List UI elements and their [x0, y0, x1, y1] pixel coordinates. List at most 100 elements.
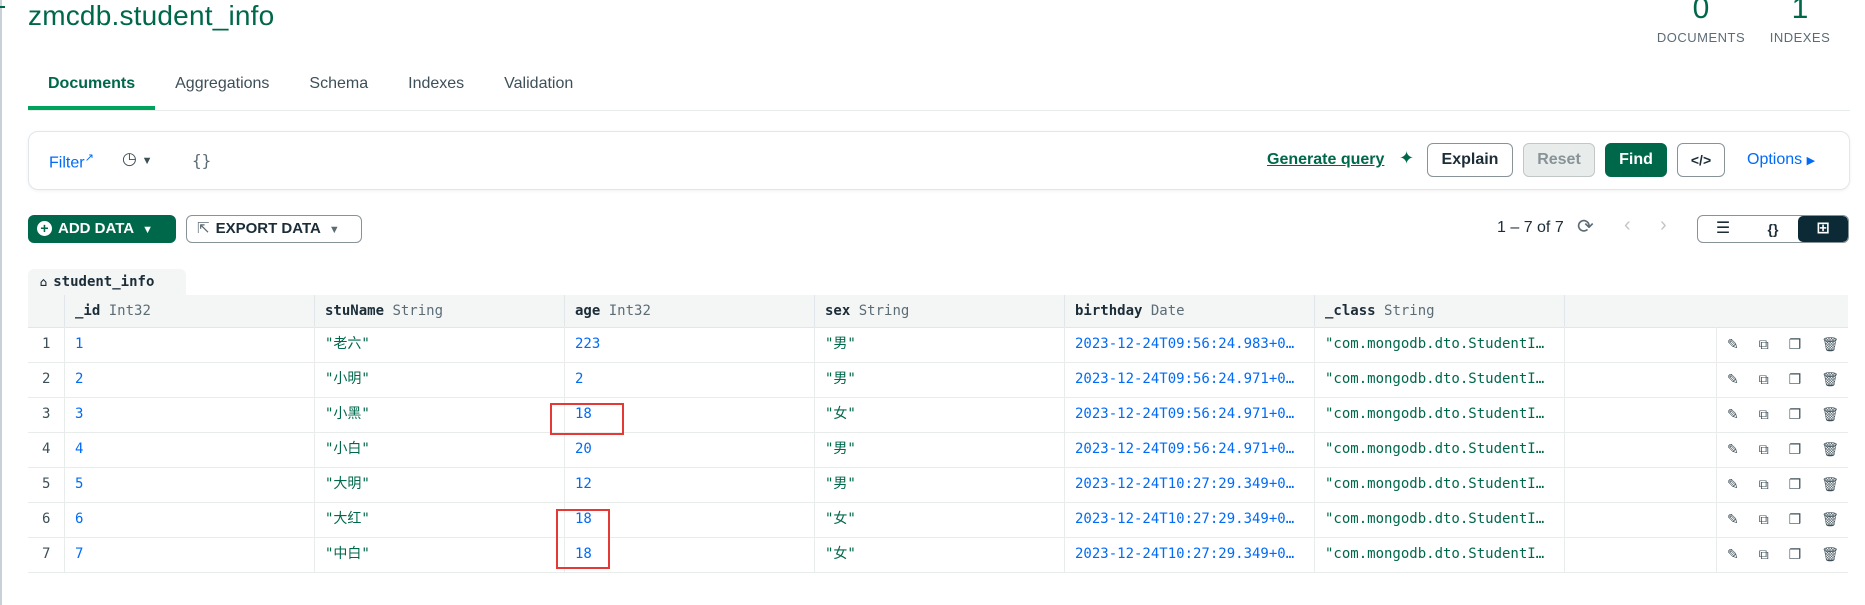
cell-sex[interactable]: "男"	[815, 432, 1065, 467]
add-data-button[interactable]: + ADD DATA ▼	[28, 215, 176, 243]
cell-stuname[interactable]: "大明"	[315, 467, 565, 502]
cell-sex[interactable]: "女"	[815, 502, 1065, 537]
cell-id[interactable]: 2	[65, 362, 315, 397]
cell-stuname[interactable]: "大红"	[315, 502, 565, 537]
cell-sex[interactable]: "男"	[815, 362, 1065, 397]
cell-birthday[interactable]: 2023-12-24T10:27:29.349+0…	[1065, 537, 1315, 572]
next-page-icon[interactable]: ›	[1660, 214, 1667, 237]
delete-icon[interactable]: 🗑	[1821, 442, 1839, 458]
edit-icon[interactable]: ✎	[1727, 512, 1739, 528]
query-history-button[interactable]: ◷ ▼	[122, 149, 152, 169]
cell-class[interactable]: "com.mongodb.dto.StudentI…	[1315, 362, 1565, 397]
delete-icon[interactable]: 🗑	[1821, 407, 1839, 423]
cell-class[interactable]: "com.mongodb.dto.StudentI…	[1315, 467, 1565, 502]
header-stuname[interactable]: stuName String	[315, 295, 565, 327]
tab-aggregations[interactable]: Aggregations	[155, 68, 289, 110]
explain-button[interactable]: Explain	[1427, 143, 1513, 177]
edit-icon[interactable]: ✎	[1727, 372, 1739, 388]
delete-icon[interactable]: 🗑	[1821, 512, 1839, 528]
table-row[interactable]: 3 3 "小黑" 18 "女" 2023-12-24T09:56:24.971+…	[28, 397, 1848, 433]
table-view-icon[interactable]: ⊞	[1798, 216, 1848, 242]
delete-icon[interactable]: 🗑	[1821, 477, 1839, 493]
cell-stuname[interactable]: "小明"	[315, 362, 565, 397]
clone-icon[interactable]: ❐	[1789, 372, 1802, 388]
tab-documents[interactable]: Documents	[28, 68, 156, 110]
previous-page-icon[interactable]: ‹	[1624, 214, 1631, 237]
cell-birthday[interactable]: 2023-12-24T10:27:29.349+0…	[1065, 467, 1315, 502]
tab-validation[interactable]: Validation	[484, 68, 593, 110]
cell-age[interactable]: 223	[565, 327, 815, 362]
cell-stuname[interactable]: "小黑"	[315, 397, 565, 432]
table-row[interactable]: 7 7 "中白" 18 "女" 2023-12-24T10:27:29.349+…	[28, 537, 1848, 573]
cell-birthday[interactable]: 2023-12-24T09:56:24.971+0…	[1065, 362, 1315, 397]
cell-birthday[interactable]: 2023-12-24T09:56:24.983+0…	[1065, 327, 1315, 362]
edit-icon[interactable]: ✎	[1727, 477, 1739, 493]
cell-id[interactable]: 4	[65, 432, 315, 467]
header-sex[interactable]: sex String	[815, 295, 1065, 327]
header-age[interactable]: age Int32	[565, 295, 815, 327]
cell-age[interactable]: 12	[565, 467, 815, 502]
cell-class[interactable]: "com.mongodb.dto.StudentI…	[1315, 432, 1565, 467]
cell-id[interactable]: 6	[65, 502, 315, 537]
list-view-icon[interactable]: ☰	[1698, 216, 1748, 242]
cell-stuname[interactable]: "小白"	[315, 432, 565, 467]
grid-breadcrumb[interactable]: ⌂ student_info	[28, 269, 186, 295]
cell-age[interactable]: 2	[565, 362, 815, 397]
json-view-icon[interactable]: {}	[1748, 216, 1798, 242]
cell-class[interactable]: "com.mongodb.dto.StudentI…	[1315, 502, 1565, 537]
delete-icon[interactable]: 🗑	[1821, 547, 1839, 563]
cell-id[interactable]: 3	[65, 397, 315, 432]
header-birthday[interactable]: birthday Date	[1065, 295, 1315, 327]
cell-age[interactable]: 20	[565, 432, 815, 467]
export-data-button[interactable]: ⇱ EXPORT DATA ▼	[186, 215, 362, 243]
delete-icon[interactable]: 🗑	[1821, 372, 1839, 388]
options-toggle[interactable]: Options ▶	[1747, 151, 1815, 169]
edit-icon[interactable]: ✎	[1727, 442, 1739, 458]
edit-icon[interactable]: ✎	[1727, 407, 1739, 423]
cell-sex[interactable]: "女"	[815, 537, 1065, 572]
clone-icon[interactable]: ❐	[1789, 547, 1802, 563]
delete-icon[interactable]: 🗑	[1821, 337, 1839, 353]
reset-button[interactable]: Reset	[1523, 143, 1595, 177]
cell-stuname[interactable]: "老六"	[315, 327, 565, 362]
clone-icon[interactable]: ❐	[1789, 442, 1802, 458]
cell-id[interactable]: 7	[65, 537, 315, 572]
copy-icon[interactable]: ⧉	[1759, 407, 1769, 423]
copy-icon[interactable]: ⧉	[1759, 512, 1769, 528]
header-class[interactable]: _class String	[1315, 295, 1565, 327]
copy-icon[interactable]: ⧉	[1759, 442, 1769, 458]
edit-icon[interactable]: ✎	[1727, 337, 1739, 353]
cell-sex[interactable]: "女"	[815, 397, 1065, 432]
generate-query-link[interactable]: Generate query	[1267, 151, 1384, 169]
cell-id[interactable]: 1	[65, 327, 315, 362]
edit-icon[interactable]: ✎	[1727, 547, 1739, 563]
tab-indexes[interactable]: Indexes	[388, 68, 484, 110]
cell-stuname[interactable]: "中白"	[315, 537, 565, 572]
export-code-button[interactable]: </>	[1677, 143, 1725, 177]
clone-icon[interactable]: ❐	[1789, 512, 1802, 528]
filter-input[interactable]: {}	[192, 151, 211, 170]
table-row[interactable]: 1 1 "老六" 223 "男" 2023-12-24T09:56:24.983…	[28, 327, 1848, 363]
copy-icon[interactable]: ⧉	[1759, 372, 1769, 388]
find-button[interactable]: Find	[1605, 143, 1667, 177]
cell-birthday[interactable]: 2023-12-24T10:27:29.349+0…	[1065, 502, 1315, 537]
cell-sex[interactable]: "男"	[815, 327, 1065, 362]
table-row[interactable]: 5 5 "大明" 12 "男" 2023-12-24T10:27:29.349+…	[28, 467, 1848, 503]
filter-link[interactable]: Filter↗	[49, 151, 94, 172]
cell-birthday[interactable]: 2023-12-24T09:56:24.971+0…	[1065, 397, 1315, 432]
cell-sex[interactable]: "男"	[815, 467, 1065, 502]
clone-icon[interactable]: ❐	[1789, 477, 1802, 493]
copy-icon[interactable]: ⧉	[1759, 337, 1769, 353]
table-row[interactable]: 4 4 "小白" 20 "男" 2023-12-24T09:56:24.971+…	[28, 432, 1848, 468]
refresh-icon[interactable]: ⟳	[1577, 214, 1594, 239]
table-row[interactable]: 6 6 "大红" 18 "女" 2023-12-24T10:27:29.349+…	[28, 502, 1848, 538]
clone-icon[interactable]: ❐	[1789, 337, 1802, 353]
table-row[interactable]: 2 2 "小明" 2 "男" 2023-12-24T09:56:24.971+0…	[28, 362, 1848, 398]
cell-id[interactable]: 5	[65, 467, 315, 502]
tab-schema[interactable]: Schema	[289, 68, 388, 110]
copy-icon[interactable]: ⧉	[1759, 547, 1769, 563]
cell-class[interactable]: "com.mongodb.dto.StudentI…	[1315, 397, 1565, 432]
header-id[interactable]: _id Int32	[65, 295, 315, 327]
cell-class[interactable]: "com.mongodb.dto.StudentI…	[1315, 327, 1565, 362]
cell-class[interactable]: "com.mongodb.dto.StudentI…	[1315, 537, 1565, 572]
